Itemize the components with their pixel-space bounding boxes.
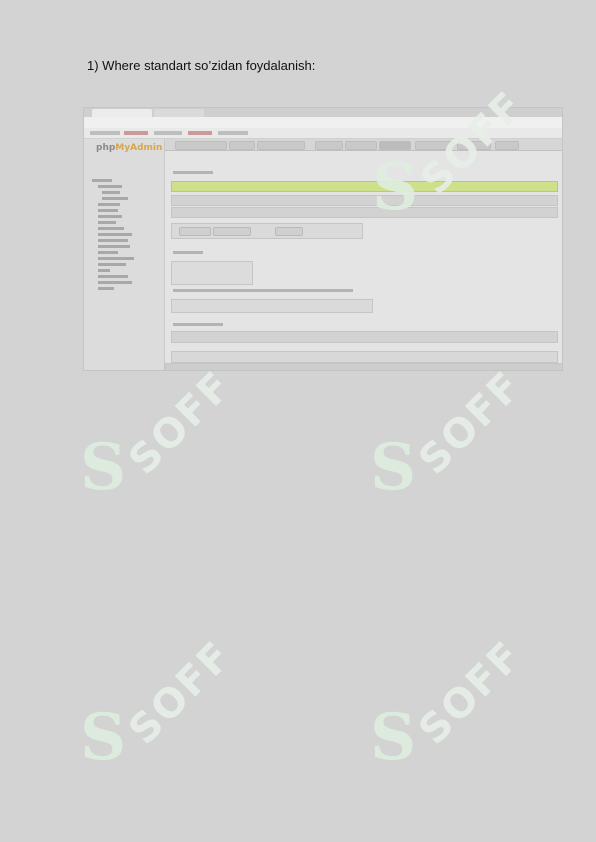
tree-item — [98, 257, 134, 260]
text-line — [173, 323, 223, 326]
tree-item — [98, 209, 118, 212]
document-heading: 1) Where standart so’zidan foydalanish: — [87, 58, 316, 73]
tree-item — [98, 263, 126, 266]
browser-tab — [92, 109, 152, 117]
watermark-text: SOFF — [410, 632, 532, 754]
bookmark-item — [90, 131, 120, 135]
pagination-row — [171, 299, 373, 313]
tree-item — [98, 185, 122, 188]
top-tab — [379, 141, 411, 150]
tree-item — [98, 245, 130, 248]
tree-item — [98, 269, 110, 272]
small-button — [275, 227, 303, 236]
browser-tab — [154, 109, 204, 117]
tree-item — [98, 275, 128, 278]
bookmark-item — [124, 131, 148, 135]
bookmark-item — [188, 131, 212, 135]
top-tab — [345, 141, 377, 150]
tree-item — [98, 215, 122, 218]
screenshot-main — [165, 139, 562, 370]
top-tab — [175, 141, 227, 150]
watermark-logo-icon: S — [80, 700, 127, 775]
watermark-text: SOFF — [120, 632, 242, 754]
success-banner — [171, 181, 558, 192]
watermark-logo-icon: S — [370, 700, 417, 775]
text-line — [173, 251, 203, 254]
small-button — [179, 227, 211, 236]
top-tab — [257, 141, 305, 150]
tree-item — [98, 281, 132, 284]
tree-item — [98, 203, 120, 206]
tree-item — [98, 221, 116, 224]
bookmark-item — [218, 131, 248, 135]
results-header — [171, 331, 558, 343]
top-tab — [229, 141, 255, 150]
watermark-logo-icon: S — [370, 430, 417, 505]
tree-item — [98, 239, 128, 242]
watermark-text: SOFF — [410, 362, 532, 484]
top-tab — [315, 141, 343, 150]
query-bar — [171, 207, 558, 218]
watermark-text: SOFF — [120, 362, 242, 484]
options-box — [171, 261, 253, 285]
query-bar — [171, 195, 558, 206]
watermark-logo-icon: S — [80, 430, 127, 505]
tree-item — [92, 179, 112, 182]
text-line — [173, 289, 353, 292]
small-button — [213, 227, 251, 236]
results-row — [171, 351, 558, 363]
text-line — [173, 171, 213, 174]
tree-item — [98, 227, 124, 230]
watermark-logo-icon: S — [372, 150, 419, 225]
app-logo: phpMyAdmin — [96, 143, 163, 153]
tree-item — [102, 191, 120, 194]
tree-item — [102, 197, 128, 200]
screenshot-sidebar: phpMyAdmin — [84, 139, 165, 370]
tree-item — [98, 287, 114, 290]
bookmark-item — [154, 131, 182, 135]
tree-item — [98, 251, 118, 254]
tree-item — [98, 233, 132, 236]
